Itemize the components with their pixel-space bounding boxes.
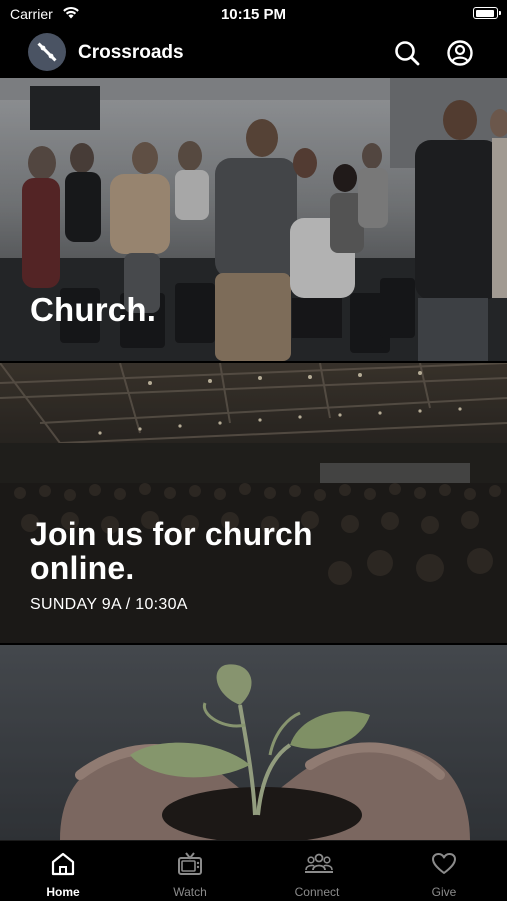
seedling-photo [0,645,507,840]
tab-bar: Home Watch Connect Give [0,840,507,901]
crossroads-logo-icon[interactable] [28,33,66,71]
app-header: Crossroads [0,30,507,78]
clock: 10:15 PM [220,6,287,23]
heart-icon [431,851,457,877]
tab-connect[interactable]: Connect [254,841,380,901]
tab-give[interactable]: Give [381,841,507,901]
search-icon[interactable] [393,39,421,67]
people-icon [304,851,333,877]
feed-card-church[interactable]: Church. [0,78,507,361]
tab-label: Watch [173,885,207,899]
home-icon [50,851,76,877]
status-bar: Carrier 10:15 PM [0,0,507,30]
tab-watch[interactable]: Watch [127,841,253,901]
tab-label: Give [431,885,457,899]
tab-home[interactable]: Home [0,841,126,901]
card-subtitle: SUNDAY 9A / 10:30A [30,596,188,613]
feed-card-growth[interactable] [0,645,507,840]
tab-label: Home [46,885,80,899]
card-title: Church. [30,291,157,328]
app-title: Crossroads [78,42,184,63]
battery-icon [473,7,501,19]
home-feed[interactable]: Church. Join us for church online. SUNDA… [0,78,507,840]
feed-card-church-online[interactable]: Join us for church online. SUNDAY 9A / 1… [0,363,507,643]
tv-icon [177,851,203,877]
tab-label: Connect [294,885,340,899]
card-title: Join us for church online. [30,516,313,586]
user-circle-icon[interactable] [446,39,474,67]
